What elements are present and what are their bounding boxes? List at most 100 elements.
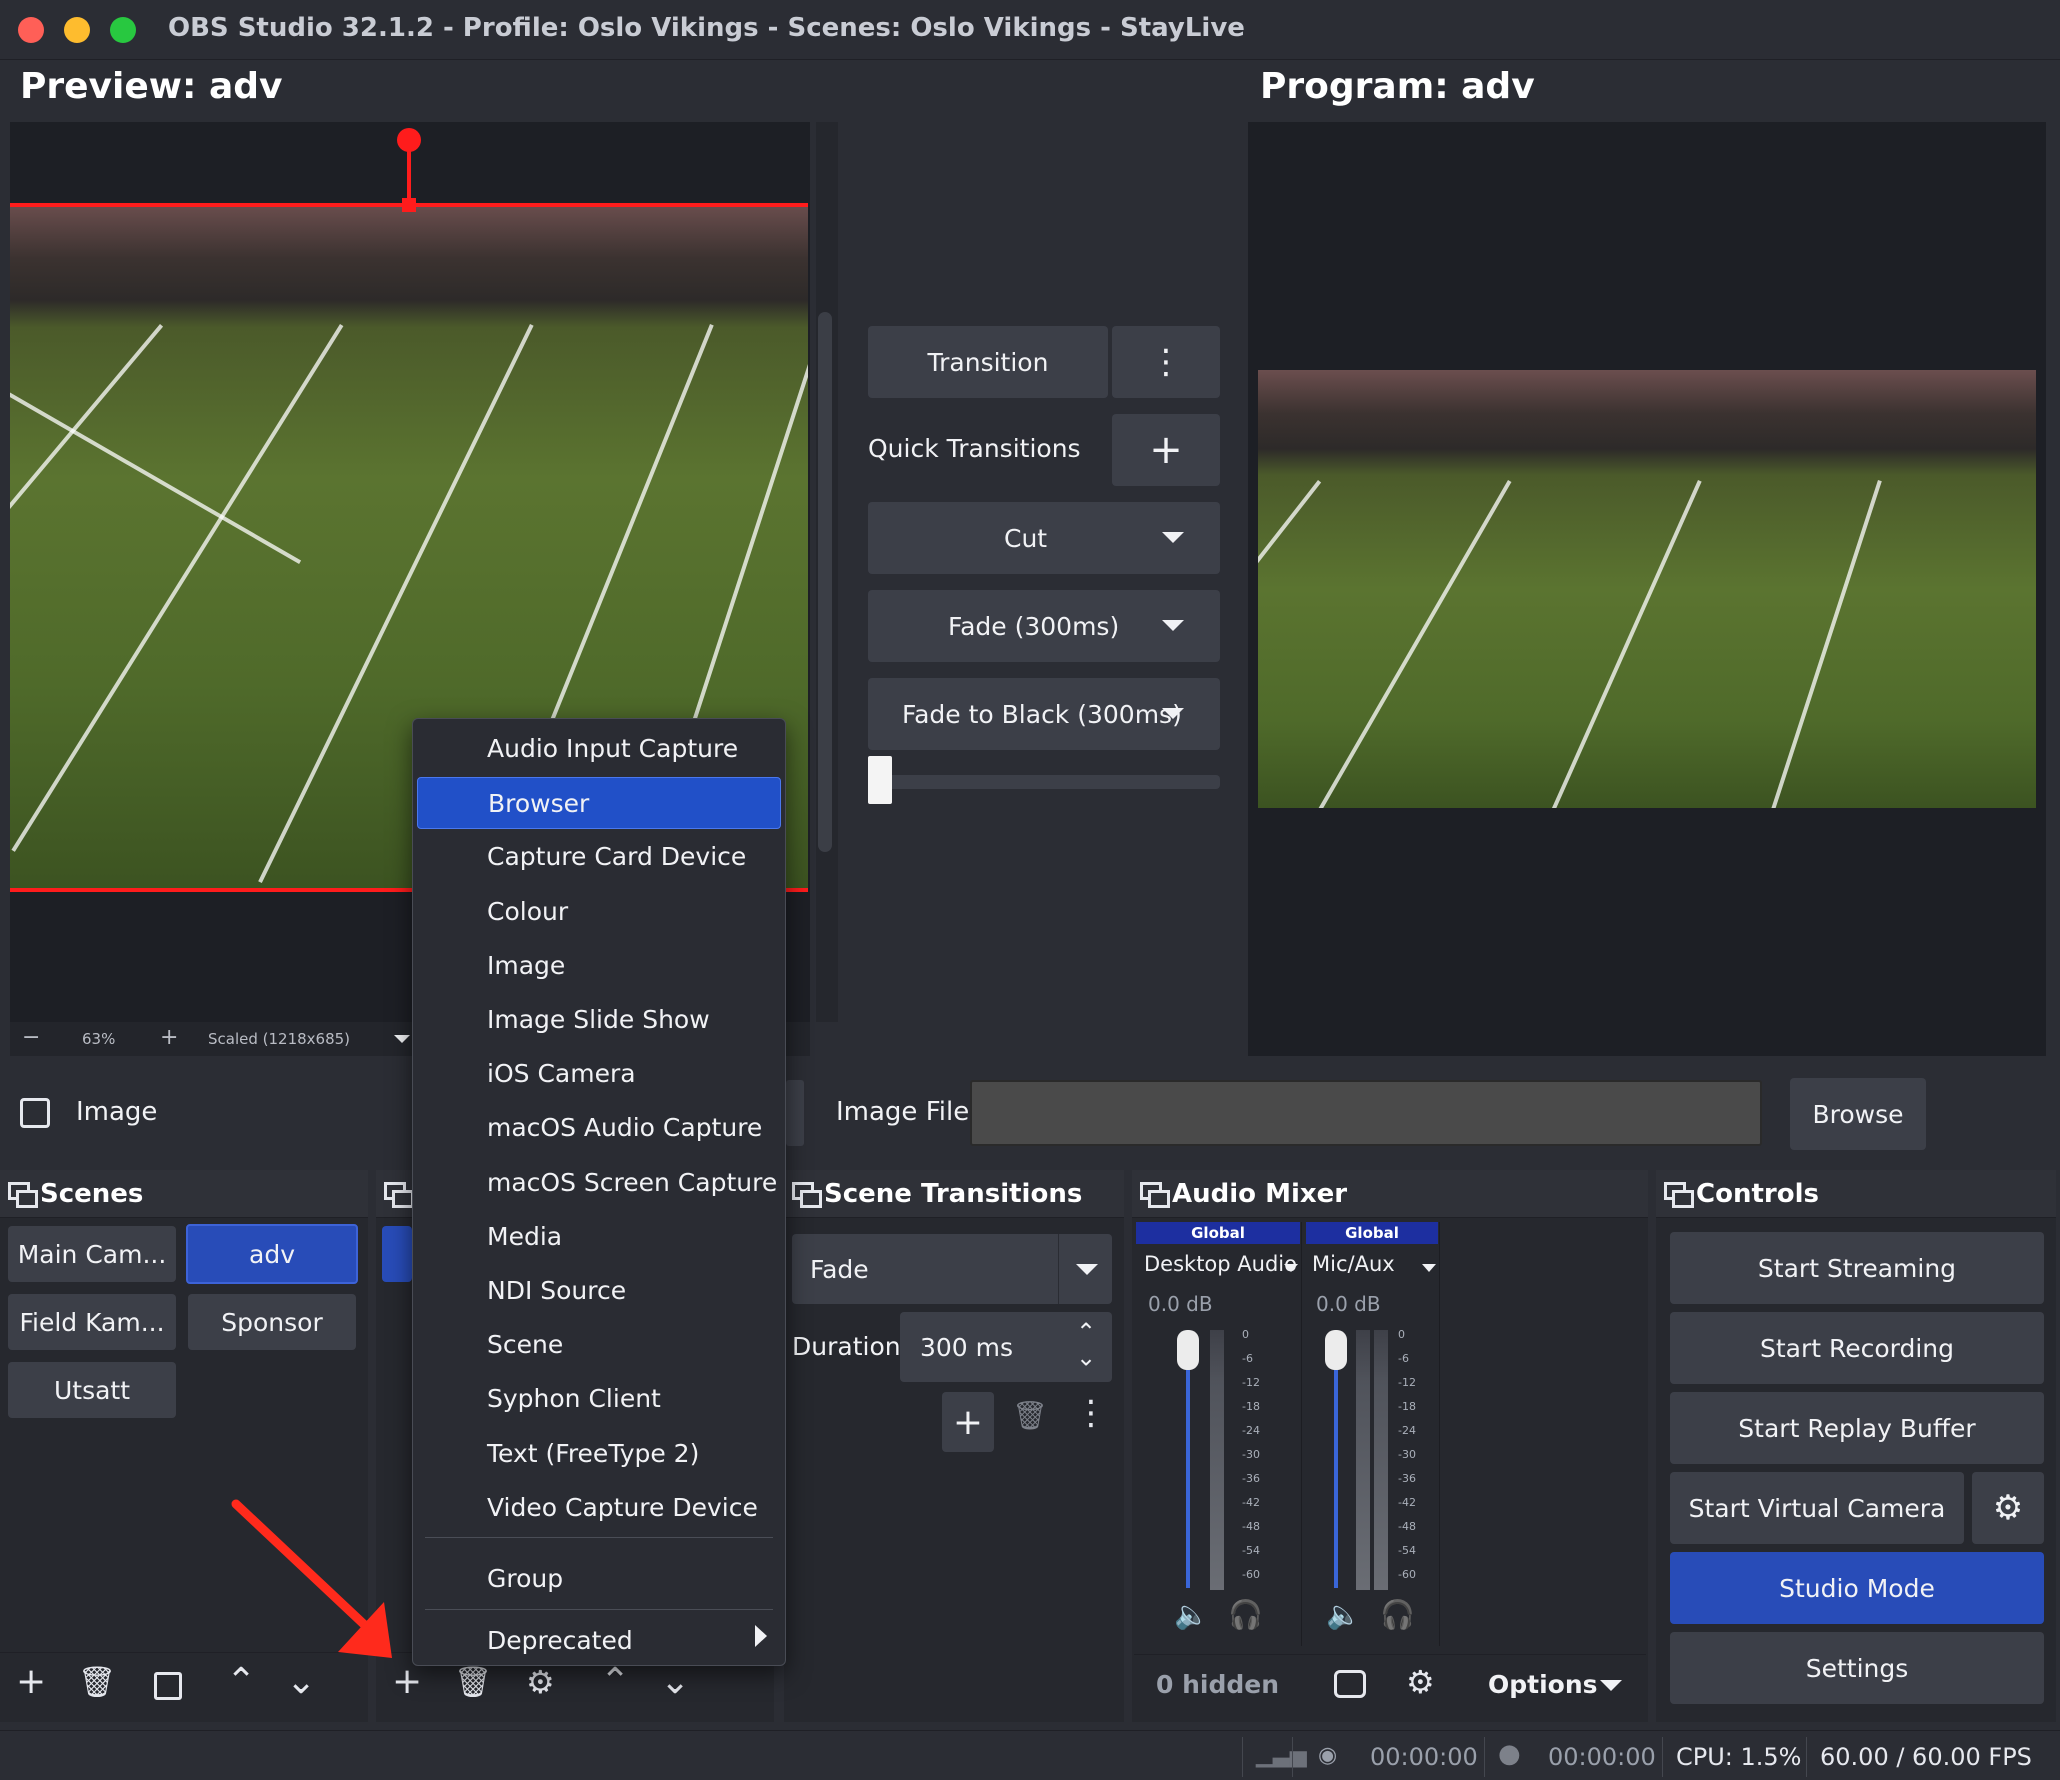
- dock-float-icon[interactable]: [1140, 1182, 1170, 1208]
- scene-utsatt[interactable]: Utsatt: [8, 1362, 176, 1418]
- volume-fader-knob[interactable]: [1325, 1330, 1347, 1370]
- menu-item-scene[interactable]: Scene: [417, 1319, 781, 1371]
- menu-item-group[interactable]: Group: [417, 1553, 781, 1605]
- add-scene-icon[interactable]: +: [16, 1664, 46, 1700]
- menu-item-browser[interactable]: Browser: [417, 777, 781, 830]
- move-source-up-icon[interactable]: ⌃: [600, 1664, 630, 1700]
- browse-button[interactable]: Browse: [1790, 1078, 1926, 1150]
- dock-float-icon[interactable]: [8, 1182, 38, 1208]
- close-window-button[interactable]: [18, 17, 44, 43]
- transition-select[interactable]: Fade: [792, 1234, 1112, 1304]
- zoom-level: 63%: [82, 1030, 116, 1048]
- muted-speaker-icon[interactable]: 🔈: [1174, 1598, 1209, 1631]
- source-properties-gear-icon[interactable]: ⚙: [526, 1666, 555, 1698]
- delete-transition-icon[interactable]: 🗑: [1012, 1402, 1048, 1430]
- menu-item-colour[interactable]: Colour: [417, 886, 781, 938]
- submenu-chevron-right-icon: [755, 1625, 767, 1647]
- menu-item-image[interactable]: Image: [417, 940, 781, 992]
- transition-more-icon[interactable]: ⋮: [1112, 326, 1220, 398]
- studio-mode-button[interactable]: Studio Mode: [1670, 1552, 2044, 1624]
- menu-item-macos-audio-capture[interactable]: macOS Audio Capture: [417, 1102, 781, 1154]
- selected-source-name: Image: [76, 1097, 158, 1127]
- scenes-dock-title: Scenes: [40, 1179, 144, 1209]
- dock-float-icon[interactable]: [792, 1182, 822, 1208]
- channel-name-mic-aux[interactable]: Mic/Aux: [1312, 1252, 1395, 1276]
- scene-adv[interactable]: adv: [186, 1224, 358, 1284]
- global-badge: Global: [1136, 1222, 1300, 1244]
- scene-sponsor[interactable]: Sponsor: [188, 1294, 356, 1350]
- resize-handle-top[interactable]: [402, 198, 416, 212]
- add-transition-icon[interactable]: +: [942, 1392, 994, 1452]
- delete-source-icon[interactable]: 🗑: [454, 1668, 492, 1698]
- menu-item-deprecated[interactable]: Deprecated: [417, 1615, 781, 1667]
- zoom-window-button[interactable]: [110, 17, 136, 43]
- menu-item-video-capture-device[interactable]: Video Capture Device: [417, 1482, 781, 1534]
- menu-item-ios-camera[interactable]: iOS Camera: [417, 1048, 781, 1100]
- start-replay-buffer-button[interactable]: Start Replay Buffer: [1670, 1392, 2044, 1464]
- menu-item-ndi-source[interactable]: NDI Source: [417, 1265, 781, 1317]
- delete-scene-icon[interactable]: 🗑: [78, 1668, 116, 1698]
- quick-transition-fade-to-black[interactable]: Fade to Black (300ms): [868, 678, 1220, 750]
- menu-item-text-freetype-2[interactable]: Text (FreeType 2): [417, 1428, 781, 1480]
- volume-fader-knob[interactable]: [1177, 1330, 1199, 1370]
- scene-main-cam[interactable]: Main Cam...: [8, 1226, 176, 1282]
- advanced-audio-gear-icon[interactable]: ⚙: [1406, 1666, 1435, 1698]
- hidden-count-label[interactable]: 0 hidden: [1156, 1670, 1279, 1699]
- duration-spinbox[interactable]: 300 ms ⌃ ⌃: [900, 1312, 1112, 1382]
- zoom-in-button[interactable]: +: [160, 1025, 178, 1050]
- mixer-channel-desktop-audio: Global Desktop Audio 0.0 dB 🔈 🎧: [1134, 1222, 1302, 1646]
- status-separator: [1292, 1737, 1293, 1777]
- menu-item-syphon-client[interactable]: Syphon Client: [417, 1373, 781, 1425]
- scene-field-kam[interactable]: Field Kam...: [8, 1294, 176, 1350]
- monitor-off-headphones-icon[interactable]: 🎧: [1380, 1598, 1415, 1631]
- add-quick-transition-icon[interactable]: +: [1112, 414, 1220, 486]
- program-video-image: [1258, 370, 2036, 808]
- scale-mode-select[interactable]: Scaled (1218x685): [208, 1030, 350, 1048]
- scene-filters-icon[interactable]: [154, 1672, 182, 1700]
- t-bar-track[interactable]: [868, 775, 1220, 789]
- t-bar-handle[interactable]: [868, 756, 892, 804]
- volume-fader-track[interactable]: [1186, 1334, 1190, 1588]
- status-separator: [1484, 1737, 1485, 1777]
- spin-down-icon[interactable]: ⌃: [1076, 1342, 1096, 1370]
- chevron-down-icon[interactable]: [1600, 1680, 1622, 1691]
- menu-item-image-slide-show[interactable]: Image Slide Show: [417, 994, 781, 1046]
- recording-status-icon: ●: [1498, 1739, 1521, 1769]
- transition-button[interactable]: Transition: [868, 326, 1108, 398]
- preview-scrollbar-thumb[interactable]: [818, 312, 832, 852]
- layout-toggle-icon[interactable]: [1334, 1670, 1366, 1698]
- menu-item-media[interactable]: Media: [417, 1211, 781, 1263]
- menu-item-audio-input-capture[interactable]: Audio Input Capture: [417, 723, 781, 775]
- mixer-channel-mic-aux: Global Mic/Aux 0.0 dB 🔈 🎧: [1304, 1222, 1440, 1646]
- db-scale-tick: -12: [1242, 1376, 1260, 1389]
- minimize-window-button[interactable]: [64, 17, 90, 43]
- menu-item-capture-card-device[interactable]: Capture Card Device: [417, 831, 781, 883]
- image-file-field[interactable]: [970, 1080, 1762, 1146]
- transition-properties-more-icon[interactable]: ⋮: [1074, 1396, 1108, 1430]
- channel-name-desktop-audio[interactable]: Desktop Audio: [1144, 1252, 1297, 1276]
- menu-separator: [425, 1537, 773, 1538]
- start-virtual-camera-button[interactable]: Start Virtual Camera: [1670, 1472, 1964, 1544]
- quick-transition-fade[interactable]: Fade (300ms): [868, 590, 1220, 662]
- dock-float-icon[interactable]: [1664, 1182, 1694, 1208]
- menu-item-macos-screen-capture[interactable]: macOS Screen Capture: [417, 1157, 781, 1209]
- global-badge: Global: [1306, 1222, 1438, 1244]
- zoom-out-button[interactable]: −: [22, 1025, 40, 1050]
- scale-mode-chevron-icon[interactable]: [394, 1035, 410, 1043]
- dock-float-icon[interactable]: [384, 1182, 414, 1208]
- properties-toolbar-button[interactable]: [786, 1080, 804, 1146]
- chevron-down-icon[interactable]: [1284, 1264, 1298, 1272]
- source-list-item[interactable]: [382, 1226, 412, 1282]
- monitor-off-headphones-icon[interactable]: 🎧: [1228, 1598, 1263, 1631]
- settings-button[interactable]: Settings: [1670, 1632, 2044, 1704]
- quick-transition-cut[interactable]: Cut: [868, 502, 1220, 574]
- mixer-options-button[interactable]: Options: [1488, 1670, 1598, 1699]
- volume-fader-track[interactable]: [1334, 1334, 1338, 1588]
- start-streaming-button[interactable]: Start Streaming: [1670, 1232, 2044, 1304]
- muted-speaker-icon[interactable]: 🔈: [1326, 1598, 1361, 1631]
- start-recording-button[interactable]: Start Recording: [1670, 1312, 2044, 1384]
- rotation-handle[interactable]: [397, 128, 421, 152]
- chevron-down-icon[interactable]: [1422, 1264, 1436, 1272]
- image-source-icon: [20, 1098, 50, 1128]
- virtual-camera-gear-icon[interactable]: ⚙: [1972, 1472, 2044, 1544]
